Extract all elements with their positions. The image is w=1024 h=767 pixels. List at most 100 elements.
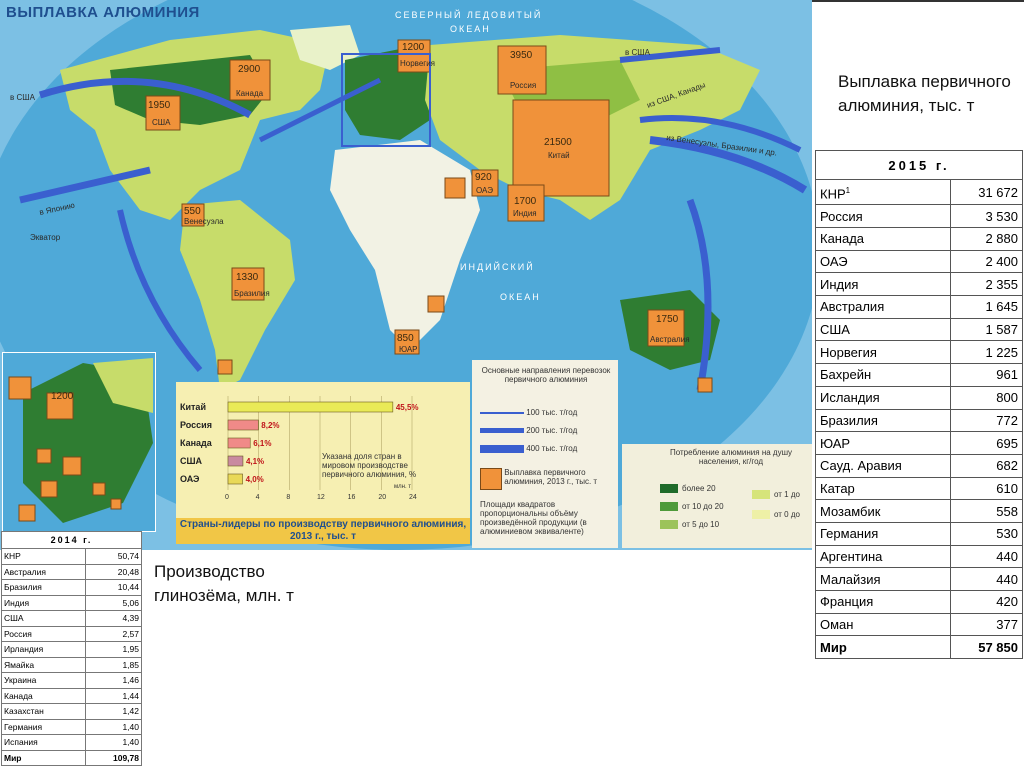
value-cell: 440 xyxy=(949,567,1024,592)
table-row: Канада 1,44 xyxy=(0,687,142,704)
table-row: ЮАР 695 xyxy=(815,431,1024,455)
country-cell: Россия xyxy=(0,625,87,642)
table-row: Исландия 800 xyxy=(815,385,1024,410)
table-row: Индия 5,06 xyxy=(0,594,142,611)
country-cell: Украина xyxy=(0,672,87,689)
table-2014-header: 2014 г. xyxy=(1,531,142,549)
legend-title: Основные направления перевозок первичног… xyxy=(481,366,611,384)
table-row: Сауд. Аравия 682 xyxy=(815,453,1024,478)
ocean-label-arctic-1: СЕВЕРНЫЙ ЛЕДОВИТЫЙ xyxy=(395,9,542,20)
value-india: 1700 xyxy=(514,196,537,207)
consumption-5-10: от 5 до 10 xyxy=(682,520,720,529)
value-cell: 1,95 xyxy=(85,641,142,658)
bar xyxy=(227,473,243,485)
legend-arrow-400: 400 тыс. т/год xyxy=(480,444,612,453)
value-usa: 1950 xyxy=(148,100,171,111)
table-total-row: Мир 109,78 xyxy=(0,749,142,766)
total-value: 109,78 xyxy=(85,749,142,766)
country-cell: Сауд. Аравия xyxy=(815,453,951,478)
arrow-label-1: в США xyxy=(625,48,651,57)
table-row: Франция 420 xyxy=(815,590,1024,614)
value-cell: 1,40 xyxy=(85,734,142,751)
arrow-label-5: в США xyxy=(10,93,36,102)
swatch-1 xyxy=(752,490,770,499)
swatch-0 xyxy=(752,510,770,519)
label-usa: США xyxy=(152,118,171,127)
value-cell: 31 672 xyxy=(949,178,1024,206)
bar-category-label: США xyxy=(180,456,203,466)
table-row: США 4,39 xyxy=(0,610,142,627)
table-2014: 2014 г. КНР 50,74 Австралия 20,48 Бразилия 10… xyxy=(0,531,142,766)
value-cell: 2 355 xyxy=(949,272,1024,297)
table-row: Испания 1,40 xyxy=(0,734,142,751)
country-cell: США xyxy=(815,317,951,342)
chart-note: Указана доля стран в мировом производств… xyxy=(322,452,417,479)
legend-arrow-200: 200 тыс. т/год xyxy=(480,426,612,435)
country-cell: Индия xyxy=(0,594,87,611)
country-cell: Малайзия xyxy=(815,567,951,592)
consumption-legend: Потребление алюминия на душу населения, … xyxy=(622,444,812,548)
value-cell: 530 xyxy=(949,521,1024,546)
table-row: Ирландия 1,95 xyxy=(0,641,142,658)
table-2015-header: 2015 г. xyxy=(815,150,1023,180)
table-row: Бразилия 10,44 xyxy=(0,579,142,596)
value-cell: 800 xyxy=(949,385,1024,410)
value-cell: 961 xyxy=(949,363,1024,387)
country-cell: Бразилия xyxy=(0,579,87,596)
table-row: Австралия 20,48 xyxy=(0,563,142,580)
swatch-10-20 xyxy=(660,502,678,511)
label-uae: ОАЭ xyxy=(476,186,493,195)
country-cell: КНР xyxy=(0,548,87,565)
top-border-line xyxy=(812,0,1024,2)
total-label: Мир xyxy=(0,749,87,766)
table-row: Индия 2 355 xyxy=(815,272,1024,297)
square-small xyxy=(444,177,466,199)
table-row: Россия 2,57 xyxy=(0,625,142,642)
consumption-more-20: более 20 xyxy=(682,484,716,493)
label-canada: Канада xyxy=(236,89,264,98)
label-brazil: Бразилия xyxy=(234,289,270,298)
x-tick-label: 0 xyxy=(225,494,229,501)
table-2015: 2015 г. КНР1 31 672 Россия 3 530 Канада 2 880… xyxy=(815,150,1024,660)
value-cell: 1,44 xyxy=(85,687,142,704)
footnote-mark: 1 xyxy=(845,186,851,195)
value-brazil: 1330 xyxy=(236,272,259,283)
country-cell: Германия xyxy=(0,718,87,735)
equator-label: Экватор xyxy=(30,233,61,242)
label-norway: Норвегия xyxy=(400,59,435,68)
value-cell: 440 xyxy=(949,544,1024,569)
bar xyxy=(227,401,394,413)
ocean-label-indian-1: ИНДИЙСКИЙ xyxy=(460,261,535,272)
value-cell: 1 645 xyxy=(949,295,1024,319)
value-cell: 5,06 xyxy=(85,594,142,611)
value-russia: 3950 xyxy=(510,50,533,61)
value-cell: 772 xyxy=(949,408,1024,433)
value-cell: 2,57 xyxy=(85,625,142,642)
caption-alumina: Производство глинозёма, млн. т xyxy=(154,562,294,605)
country-cell: Ямайка xyxy=(0,656,87,673)
country-cell: Германия xyxy=(815,521,951,546)
value-cell: 50,74 xyxy=(85,548,142,565)
bar-category-label: Китай xyxy=(180,402,206,412)
consumption-10-20: от 10 до 20 xyxy=(682,502,724,511)
bar-percent-label: 4,0% xyxy=(246,475,264,484)
value-cell: 682 xyxy=(949,453,1024,478)
value-cell: 10,44 xyxy=(85,579,142,596)
swatch-more-20 xyxy=(660,484,678,493)
unit-label: млн. т xyxy=(394,484,411,490)
value-cell: 420 xyxy=(949,590,1024,614)
country-cell: Ирландия xyxy=(0,641,87,658)
value-cell: 1,85 xyxy=(85,656,142,673)
square-small xyxy=(427,295,445,313)
value-venezuela: 550 xyxy=(184,206,201,217)
table-row: Россия 3 530 xyxy=(815,204,1024,229)
value-cell: 3 530 xyxy=(949,204,1024,229)
table-row: Казахстан 1,42 xyxy=(0,703,142,720)
country-cell: Казахстан xyxy=(0,703,87,720)
country-cell: Испания xyxy=(0,734,87,751)
value-cell: 1 587 xyxy=(949,317,1024,342)
legend-note: Площади квадратов пропорциональны объёму… xyxy=(480,500,587,536)
value-cell: 2 880 xyxy=(949,227,1024,251)
country-cell: Катар xyxy=(815,476,951,501)
table-row: Малайзия 440 xyxy=(815,567,1024,592)
